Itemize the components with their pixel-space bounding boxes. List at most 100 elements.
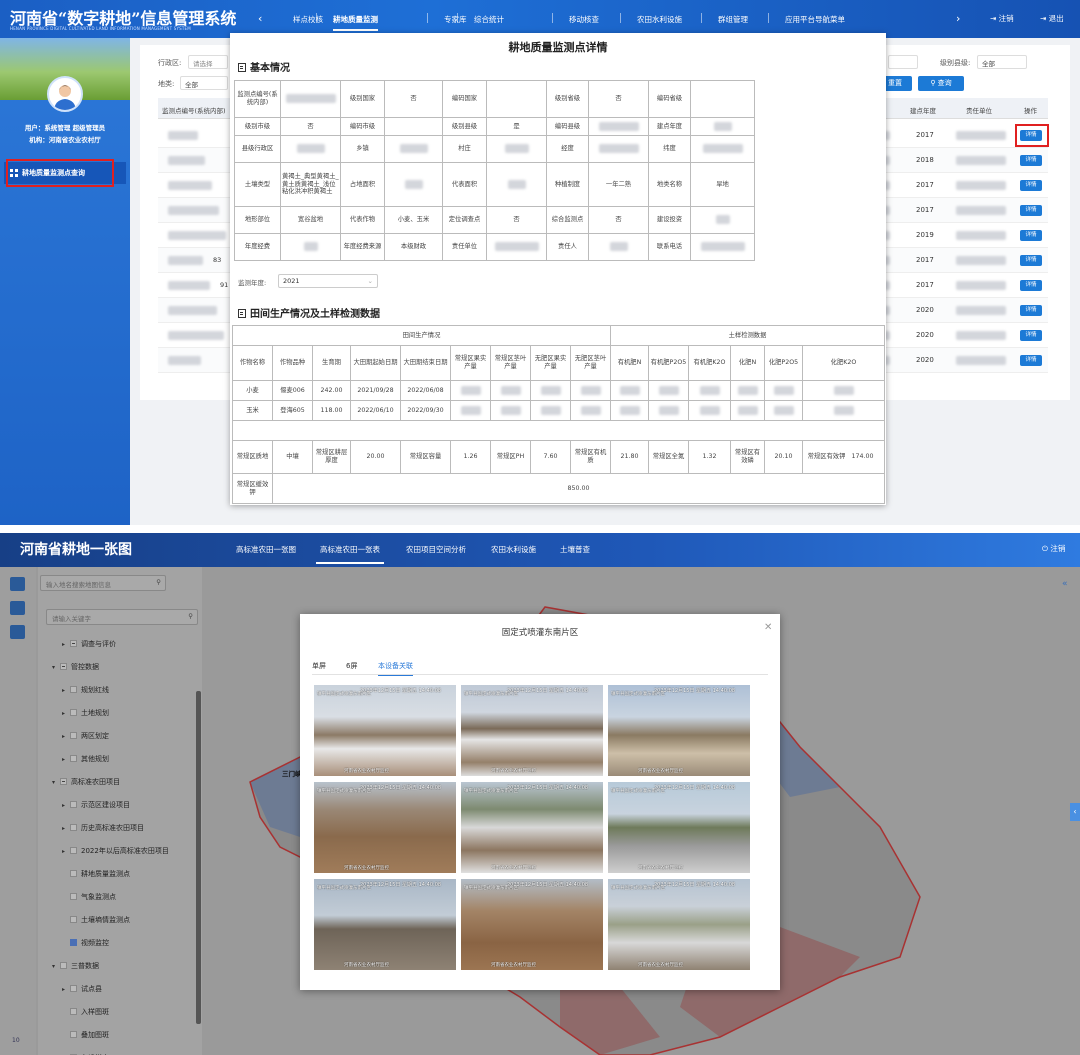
detail-button[interactable]: 详情 — [1020, 355, 1042, 366]
tree-item[interactable]: 耕地质量监测点 — [62, 869, 130, 879]
map-nav-item-0[interactable]: 高标准农田一张图 — [236, 544, 296, 555]
detail-button[interactable]: 详情 — [1020, 255, 1042, 266]
video-tab-2[interactable]: 本设备关联 — [378, 661, 413, 676]
map-nav-item-4[interactable]: 土壤普查 — [560, 544, 590, 555]
caret-icon[interactable]: ▸ — [62, 848, 68, 855]
nav-item-2[interactable]: 专家库 — [444, 14, 467, 25]
monitor-year-select[interactable]: 2021 ⌄ — [278, 274, 378, 288]
checkbox[interactable] — [70, 1031, 77, 1038]
caret-icon[interactable]: ▾ — [52, 963, 58, 970]
detail-button[interactable]: 详情 — [1020, 155, 1042, 166]
nav-prev-button[interactable]: ‹ — [258, 12, 262, 25]
caret-icon[interactable]: ▾ — [52, 664, 58, 671]
camera-feed[interactable]: 2023年12月15日 星期五 14:40:08 镇平县固定式喷灌东南片区 河南省农… — [608, 782, 750, 873]
detail-button[interactable]: 详情 — [1020, 305, 1042, 316]
map-nav-item-3[interactable]: 农田水利设施 — [491, 544, 536, 555]
expand-right-panel-button[interactable]: ‹ — [1070, 803, 1080, 821]
map-nav-item-1[interactable]: 高标准农田一张表 — [316, 544, 384, 564]
tree-item[interactable]: 叠加图斑 — [62, 1030, 109, 1040]
exit-button[interactable]: ⇥ 退出 — [1040, 13, 1064, 24]
nav-item-1[interactable]: 耕地质量监测 — [333, 14, 378, 31]
caret-icon[interactable]: ▸ — [62, 641, 68, 648]
close-icon[interactable]: ✕ — [764, 622, 772, 633]
tree-item[interactable]: ▸ 历史高标准农田项目 — [62, 823, 144, 833]
caret-icon[interactable]: ▸ — [62, 802, 68, 809]
checkbox[interactable] — [60, 962, 67, 969]
tree-item[interactable]: ▸ 试点县 — [62, 984, 102, 994]
caret-icon[interactable]: ▸ — [62, 756, 68, 763]
tree-item[interactable]: ▸ 其他规划 — [62, 754, 109, 764]
monitor-icon[interactable] — [10, 601, 25, 615]
checkbox[interactable] — [60, 663, 67, 670]
tree-item[interactable]: 气象监测点 — [62, 892, 116, 902]
checkbox[interactable] — [70, 939, 77, 946]
checkbox[interactable] — [70, 709, 77, 716]
camera-feed[interactable]: 2023年12月15日 星期五 14:40:08 镇平县固定式喷灌东南片区 河南省农… — [461, 782, 603, 873]
landuse-select[interactable]: 全部 — [180, 76, 228, 90]
caret-icon[interactable]: ▸ — [62, 733, 68, 740]
map-logout-button[interactable]: ⏻ 注销 — [1042, 543, 1065, 554]
caret-icon[interactable]: ▾ — [52, 779, 58, 786]
level-select[interactable]: 全部 — [977, 55, 1027, 69]
tree-item[interactable]: ▸ 土地规划 — [62, 708, 109, 718]
tree-scrollbar[interactable] — [196, 691, 201, 1024]
video-tab-0[interactable]: 单屏 — [312, 661, 326, 671]
tree-item[interactable]: 视频监控 — [62, 938, 109, 948]
checkbox[interactable] — [70, 916, 77, 923]
admin-select[interactable]: 请选择 — [188, 55, 228, 69]
caret-icon[interactable]: ▸ — [62, 687, 68, 694]
nav-item-5[interactable]: 农田水利设施 — [637, 14, 682, 25]
layers-icon[interactable] — [10, 577, 25, 591]
export-icon[interactable] — [10, 625, 25, 639]
checkbox[interactable] — [70, 1008, 77, 1015]
checkbox[interactable] — [70, 985, 77, 992]
tree-item[interactable]: ▸ 规划红线 — [62, 685, 109, 695]
nav-item-6[interactable]: 群组管理 — [718, 14, 748, 25]
nav-item-7[interactable]: 应用平台导航菜单 — [785, 14, 845, 25]
checkbox[interactable] — [70, 755, 77, 762]
nav-item-3[interactable]: 综合统计 — [474, 14, 504, 25]
checkbox[interactable] — [70, 870, 77, 877]
tree-item[interactable]: 土壤墒情监测点 — [62, 915, 130, 925]
tree-item[interactable]: ▾ 管控数据 — [52, 662, 99, 672]
tree-item[interactable]: ▾ 高标准农田项目 — [52, 777, 120, 787]
detail-button[interactable]: 详情 — [1020, 230, 1042, 241]
caret-icon[interactable]: ▸ — [62, 825, 68, 832]
checkbox[interactable] — [60, 778, 67, 785]
detail-button[interactable]: 详情 — [1020, 280, 1042, 291]
tree-item[interactable]: ▾ 三普数据 — [52, 961, 99, 971]
checkbox[interactable] — [70, 824, 77, 831]
tree-item[interactable]: ▸ 示范区建设项目 — [62, 800, 130, 810]
detail-button[interactable]: 详情 — [1020, 205, 1042, 216]
camera-feed[interactable]: 2023年12月15日 星期五 14:40:08 镇平县固定式喷灌东南片区 河南省农… — [461, 685, 603, 776]
tree-item[interactable]: 入样图斑 — [62, 1007, 109, 1017]
checkbox[interactable] — [70, 801, 77, 808]
video-tab-1[interactable]: 6屏 — [346, 661, 357, 671]
detail-button[interactable]: 详情 — [1020, 130, 1042, 141]
caret-icon[interactable]: ▸ — [62, 710, 68, 717]
map-nav-item-2[interactable]: 农田项目空间分析 — [406, 544, 466, 555]
camera-feed[interactable]: 2023年12月15日 星期五 14:40:08 镇平县固定式喷灌东南片区 河南省农… — [608, 879, 750, 970]
checkbox[interactable] — [70, 686, 77, 693]
checkbox[interactable] — [70, 640, 77, 647]
camera-feed[interactable]: 2023年12月15日 星期五 14:40:08 镇平县固定式喷灌东南片区 河南省农… — [314, 879, 456, 970]
camera-feed[interactable]: 2023年12月15日 星期五 14:40:08 镇平县固定式喷灌东南片区 河南省农… — [461, 879, 603, 970]
tree-item[interactable]: ▸ 2022年以后高标准农田项目 — [62, 846, 169, 856]
tree-search-input[interactable]: 请输入关键字 ⚲ — [46, 609, 198, 625]
query-button[interactable]: ⚲ 查询 — [918, 76, 964, 91]
caret-icon[interactable]: ▸ — [62, 986, 68, 993]
detail-button[interactable]: 详情 — [1020, 330, 1042, 341]
nav-next-button[interactable]: › — [956, 12, 960, 25]
logout-button[interactable]: ⇥ 注销 — [990, 13, 1014, 24]
checkbox[interactable] — [70, 732, 77, 739]
map-search-input[interactable]: 输入地名搜索地图信息 ⚲ — [40, 575, 166, 591]
camera-feed[interactable]: 2023年12月15日 星期五 14:40:08 镇平县固定式喷灌东南片区 河南省农… — [314, 782, 456, 873]
tree-item[interactable]: ▸ 调查与评价 — [62, 639, 116, 649]
collapse-icon[interactable]: « — [1062, 579, 1068, 589]
hidden-select[interactable] — [888, 55, 918, 69]
checkbox[interactable] — [70, 847, 77, 854]
nav-item-0[interactable]: 样点校核 — [293, 14, 323, 25]
camera-feed[interactable]: 2023年12月15日 星期五 14:40:08 镇平县固定式喷灌东南片区 河南省农… — [314, 685, 456, 776]
tree-item[interactable]: ▸ 两区划定 — [62, 731, 109, 741]
camera-feed[interactable]: 2023年12月15日 星期五 14:40:08 镇平县固定式喷灌东南片区 河南省农… — [608, 685, 750, 776]
